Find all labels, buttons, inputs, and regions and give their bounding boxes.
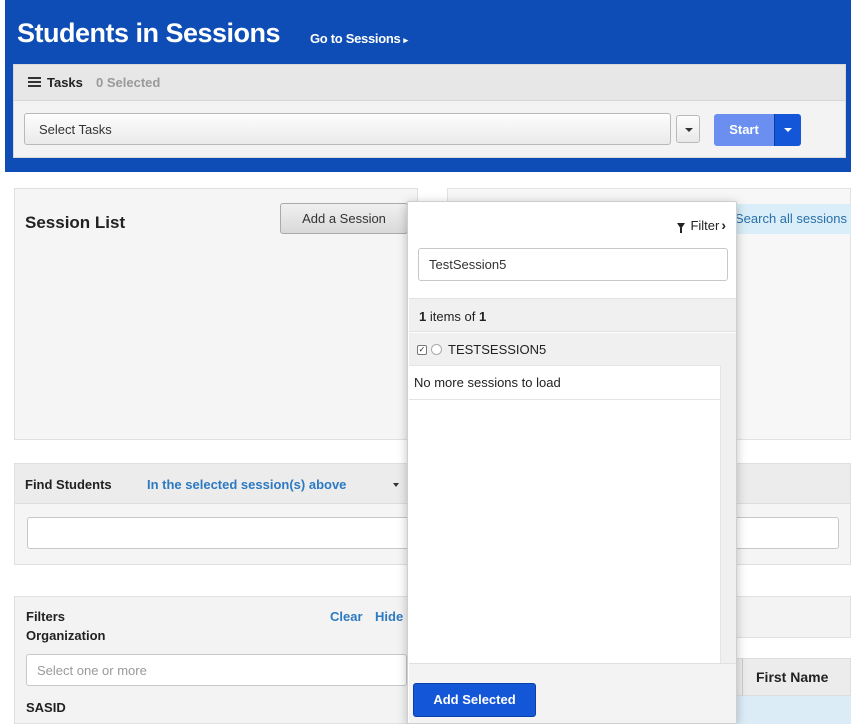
filter-toggle[interactable]: Filter › <box>676 217 726 233</box>
tasks-selected-count: 0 Selected <box>96 75 161 90</box>
first-name-column-header[interactable]: First Name <box>756 669 828 685</box>
page-header: Students in Sessions Go to Sessions ▸ Tas… <box>5 0 851 172</box>
go-to-sessions-label: Go to Sessions <box>310 31 401 46</box>
session-checkbox[interactable]: ✓ <box>417 345 427 355</box>
tasks-panel: Tasks 0 Selected Select Tasks Start <box>13 64 846 158</box>
find-students-input[interactable] <box>27 517 419 549</box>
start-button[interactable]: Start <box>714 114 774 146</box>
list-item[interactable]: ✓ TESTSESSION5 <box>409 333 721 366</box>
select-tasks-dropdown[interactable]: Select Tasks <box>24 113 671 145</box>
tasks-list-icon <box>28 77 41 87</box>
add-selected-button[interactable]: Add Selected <box>413 683 536 717</box>
session-results-list: ✓ TESTSESSION5 No more sessions to load <box>409 333 721 663</box>
session-list-title: Session List <box>25 213 126 232</box>
chevron-right-icon: › <box>721 217 726 233</box>
select-tasks-value: Select Tasks <box>39 122 112 137</box>
column-divider <box>742 658 743 696</box>
tasks-bar[interactable]: Tasks 0 Selected <box>14 65 845 101</box>
items-count-bar: 1 items of 1 <box>409 298 736 332</box>
find-students-scope-dropdown[interactable]: In the selected session(s) above <box>147 477 346 492</box>
organization-label: Organization <box>26 628 106 643</box>
select-tasks-caret-icon[interactable] <box>676 115 700 143</box>
tasks-label: Tasks <box>47 75 83 90</box>
find-students-label: Find Students <box>25 477 112 492</box>
sasid-label: SASID <box>26 700 66 715</box>
filters-panel: Filters Organization Clear Hide Select o… <box>14 596 418 724</box>
add-session-popover: Filter › TestSession5 1 items of 1 ✓ TEST… <box>407 201 737 724</box>
session-radio[interactable] <box>431 344 442 355</box>
add-session-button[interactable]: Add a Session <box>280 203 408 234</box>
go-to-sessions-link[interactable]: Go to Sessions ▸ <box>310 31 408 46</box>
no-more-sessions-text: No more sessions to load <box>414 375 561 390</box>
session-name: TESTSESSION5 <box>448 342 547 357</box>
find-students-bar: Find Students In the selected session(s)… <box>15 464 417 504</box>
clear-filters-link[interactable]: Clear <box>330 609 363 624</box>
filter-label: Filter <box>690 218 720 233</box>
filters-label: Filters <box>26 609 66 624</box>
filter-icon <box>676 223 685 233</box>
items-count-text: 1 items of 1 <box>419 309 487 324</box>
chevron-down-icon[interactable] <box>393 483 399 487</box>
start-options-caret-icon[interactable] <box>774 114 801 146</box>
hide-filters-link[interactable]: Hide <box>375 609 403 624</box>
results-scrollbar[interactable] <box>721 333 736 663</box>
session-list-panel: Session List Add a Session <box>14 188 418 440</box>
session-search-input[interactable]: TestSession5 <box>418 248 728 281</box>
popover-footer: Add Selected <box>409 663 736 723</box>
chevron-right-icon: ▸ <box>403 35 408 45</box>
no-more-sessions-row: No more sessions to load <box>409 366 721 400</box>
find-students-panel: Find Students In the selected session(s)… <box>14 463 419 565</box>
page-title: Students in Sessions <box>17 18 281 48</box>
organization-select[interactable]: Select one or more <box>26 654 407 686</box>
